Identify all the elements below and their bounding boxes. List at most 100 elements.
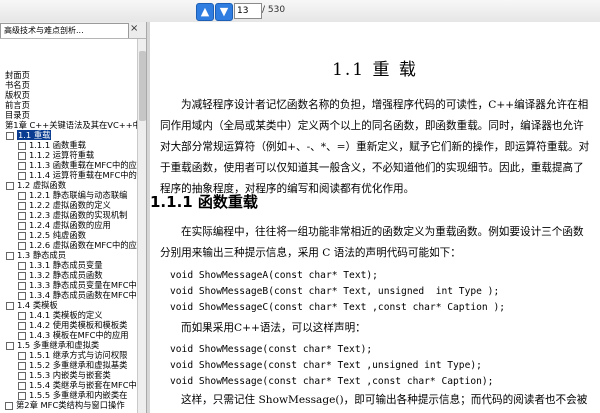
- tree-item[interactable]: 1.1 重载: [6, 130, 52, 140]
- page-icon: [18, 371, 26, 380]
- tree-item[interactable]: 1.5.2 多重继承和虚拟基类: [18, 360, 127, 370]
- tree-item[interactable]: 1.5.1 继承方式与访问权限: [18, 350, 127, 360]
- tree-item[interactable]: 1.2.2 虚拟函数的定义: [18, 200, 111, 210]
- page-number-input[interactable]: [234, 3, 262, 19]
- tree-item-label: 1.1.4 运算符重载在MFC中的: [29, 170, 137, 180]
- tree-item[interactable]: 1.2.6 虚拟函数在MFC中的应: [18, 240, 137, 250]
- page-icon: [18, 311, 26, 320]
- tree-item-label: 1.5.4 类继承与嵌套在MFC中: [29, 380, 137, 390]
- code-line: void ShowMessage(const char* Text);: [170, 344, 373, 355]
- tree-item[interactable]: 版权页: [5, 90, 30, 100]
- tree-item-label: 1.3.2 静态成员函数: [29, 270, 103, 280]
- tree-item-label: 1.1.2 运算符重载: [29, 150, 95, 160]
- tree-item-label: 1.4.1 类模板的定义: [29, 310, 103, 320]
- tree-item-label: 1.5.3 内嵌类与嵌套类: [29, 370, 111, 380]
- tree-item[interactable]: 1.3.2 静态成员函数: [18, 270, 103, 280]
- page-icon: [18, 351, 26, 360]
- bookmark-tree: 封面页 书名页 版权页 前言页 目录页 第1章 C++关键语法及其在VC++中的 1.1 重…: [0, 39, 137, 413]
- tree-item-label: 1.2.1 静态联编与动态联编: [29, 190, 128, 200]
- document-tab[interactable]: 高级技术与难点剖析...: [0, 23, 129, 38]
- tree-item[interactable]: 1.4.2 使用类模板和模板类: [18, 320, 127, 330]
- tree-item-label: 1.5 多重继承和虚拟类: [17, 340, 100, 350]
- tree-item-label: 1.3 静态成员: [17, 250, 67, 260]
- tree-item-label: 1.1.3 函数重载在MFC中的应: [29, 160, 137, 170]
- tree-item[interactable]: 1.4 类模板: [6, 300, 58, 310]
- tree-item-label: 第1章 C++关键语法及其在VC++中的: [5, 120, 137, 130]
- tree-item[interactable]: 书名页: [5, 80, 30, 90]
- tree-item[interactable]: 目录页: [5, 110, 30, 120]
- code-line: void ShowMessageC(const char* Text ,cons…: [170, 302, 506, 313]
- document-tabbar: 高级技术与难点剖析... ×: [0, 22, 146, 39]
- page-icon: [18, 261, 26, 270]
- collapse-icon[interactable]: [6, 131, 14, 140]
- tree-item[interactable]: 1.1.4 运算符重载在MFC中的: [18, 170, 137, 180]
- paragraph: 为减轻程序设计者记忆函数名称的负担，增强程序代码的可读性，C++编译器允许在相同…: [160, 99, 590, 195]
- scrollbar-thumb[interactable]: [139, 51, 146, 121]
- arrow-down-icon[interactable]: ▼: [215, 3, 233, 21]
- tree-item-label: 1.2.4 虚拟函数的应用: [29, 220, 111, 230]
- page-icon: [18, 361, 26, 370]
- tree-item[interactable]: 第2章 MFC类结构与窗口操作: [5, 400, 125, 410]
- tree-item[interactable]: 第1章 C++关键语法及其在VC++中的: [5, 120, 137, 130]
- page-icon: [18, 321, 26, 330]
- tree-item[interactable]: 1.1.3 函数重载在MFC中的应: [18, 160, 137, 170]
- close-icon[interactable]: ×: [130, 23, 138, 34]
- tree-item[interactable]: 1.5 多重继承和虚拟类: [6, 340, 99, 350]
- page-icon: [18, 161, 26, 170]
- page-icon: [18, 171, 26, 180]
- tree-item-label: 1.4.2 使用类模板和模板类: [29, 320, 128, 330]
- collapse-icon[interactable]: [6, 301, 14, 310]
- page-icon: [18, 231, 26, 240]
- tree-item[interactable]: 1.2 虚拟函数: [6, 180, 66, 190]
- tree-item-label: 1.2.5 纯虚函数: [29, 230, 86, 240]
- document-page: 1.1 重 载 为减轻程序设计者记忆函数名称的负担，增强程序代码的可读性，C++…: [150, 22, 600, 413]
- page-icon: [18, 191, 26, 200]
- tree-item[interactable]: 1.2.3 虚拟函数的实现机制: [18, 210, 127, 220]
- tree-item[interactable]: 1.3.4 静态成员函数在MFC中: [18, 290, 137, 300]
- page-icon: [18, 141, 26, 150]
- tree-item-label: 1.1.1 函数重载: [29, 140, 86, 150]
- tree-item[interactable]: 1.1.2 运算符重载: [18, 150, 94, 160]
- page-icon: [18, 271, 26, 280]
- collapse-icon[interactable]: [6, 181, 14, 190]
- tree-item-label: 版权页: [5, 90, 30, 100]
- tree-item-label: 1.3.3 静态成员变量在MFC中: [29, 280, 137, 290]
- tree-item-label: 1.3.4 静态成员函数在MFC中: [29, 290, 137, 300]
- tree-item[interactable]: 1.3 静态成员: [6, 250, 66, 260]
- tree-item-label: 第2章 MFC类结构与窗口操作: [16, 400, 125, 410]
- collapse-icon[interactable]: [6, 341, 14, 350]
- tree-item[interactable]: 封面页: [5, 70, 30, 80]
- tree-item-label: 封面页: [5, 70, 30, 80]
- tree-item[interactable]: 1.5.5 多重继承和内嵌类在: [18, 390, 127, 400]
- page-icon: [18, 201, 26, 210]
- subsection-heading: 1.1.1 函数重载: [150, 193, 258, 211]
- tree-item[interactable]: 1.2.1 静态联编与动态联编: [18, 190, 127, 200]
- tree-item[interactable]: 1.4.3 模板在MFC中的应用: [18, 330, 129, 340]
- tree-item-label: 目录页: [5, 110, 30, 120]
- paragraph: 在实际编程中，往往将一组功能非常相近的函数定义为重载函数。例如要设计三个函数分别…: [160, 226, 584, 259]
- tree-item-label: 1.3.1 静态成员变量: [29, 260, 103, 270]
- tree-item-label: 1.5.5 多重继承和内嵌类在: [29, 390, 128, 400]
- tree-item[interactable]: 1.3.3 静态成员变量在MFC中: [18, 280, 137, 290]
- expand-icon[interactable]: [5, 401, 13, 410]
- page-icon: [18, 391, 26, 400]
- arrow-up-icon[interactable]: ▲: [196, 3, 214, 21]
- tree-item[interactable]: 1.4.1 类模板的定义: [18, 310, 103, 320]
- collapse-icon[interactable]: [6, 251, 14, 260]
- tree-item[interactable]: 前言页: [5, 100, 30, 110]
- tree-item-label: 1.2.2 虚拟函数的定义: [29, 200, 111, 210]
- tree-item[interactable]: 1.5.3 内嵌类与嵌套类: [18, 370, 111, 380]
- tree-item-label: 1.5.1 继承方式与访问权限: [29, 350, 128, 360]
- tree-item[interactable]: 1.1.1 函数重载: [18, 140, 86, 150]
- tree-item[interactable]: 1.3.1 静态成员变量: [18, 260, 103, 270]
- paragraph: 而如果采用C++语法，可以这样声明：: [181, 322, 366, 334]
- tree-item[interactable]: 1.2.5 纯虚函数: [18, 230, 86, 240]
- toolbar: ▲ ▼ / 530: [0, 0, 600, 23]
- page-icon: [18, 381, 26, 390]
- page-icon: [18, 211, 26, 220]
- page-icon: [18, 241, 26, 250]
- tree-item[interactable]: 1.2.4 虚拟函数的应用: [18, 220, 111, 230]
- tree-item-label: 1.4.3 模板在MFC中的应用: [29, 330, 129, 340]
- tree-item[interactable]: 1.5.4 类继承与嵌套在MFC中: [18, 380, 137, 390]
- tree-item-label: 1.2.6 虚拟函数在MFC中的应: [29, 240, 137, 250]
